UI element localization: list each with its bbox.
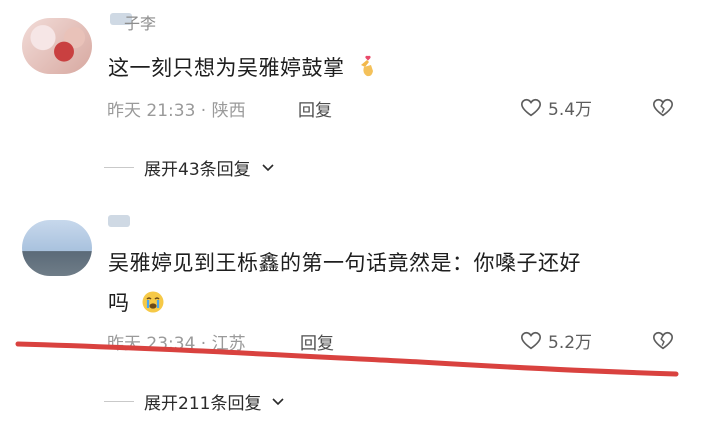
username[interactable]: 子李 [124, 10, 156, 34]
like-button[interactable]: 5.4万 [520, 95, 592, 120]
finger-heart-emoji [360, 55, 373, 77]
expand-replies-label: 展开211条回复 [144, 394, 262, 414]
comment-text-body: 这一刻只想为吴雅婷鼓掌 [108, 56, 345, 80]
chevron-down-icon [262, 163, 274, 171]
comment-meta: 昨天 21:33 · 陕西 [107, 101, 246, 121]
red-underline-annotation [15, 341, 679, 377]
comment-text-line-1: 吴雅婷见到王栎鑫的第一句话竟然是：你嗓子还好 [108, 251, 581, 275]
divider-line [104, 401, 134, 402]
reply-button[interactable]: 回复 [298, 96, 332, 121]
broken-heart-icon[interactable] [652, 97, 674, 119]
crying-face-emoji [142, 291, 164, 313]
like-count: 5.4万 [548, 100, 593, 120]
expand-replies-button[interactable]: 展开211条回复 [104, 389, 285, 414]
avatar[interactable] [22, 18, 92, 74]
comment-text-line-2: 吗 [108, 283, 581, 323]
avatar[interactable] [22, 220, 92, 276]
username-blur [108, 215, 130, 227]
comment-text: 吴雅婷见到王栎鑫的第一句话竟然是：你嗓子还好 吗 [108, 243, 581, 323]
chevron-down-icon [272, 397, 285, 405]
divider-line [104, 167, 134, 168]
heart-outline-icon [521, 98, 541, 116]
expand-replies-label: 展开43条回复 [144, 160, 251, 180]
comment-text-line-2-body: 吗 [108, 291, 130, 315]
comment-text: 这一刻只想为吴雅婷鼓掌 [108, 48, 380, 88]
expand-replies-button[interactable]: 展开43条回复 [104, 155, 275, 180]
